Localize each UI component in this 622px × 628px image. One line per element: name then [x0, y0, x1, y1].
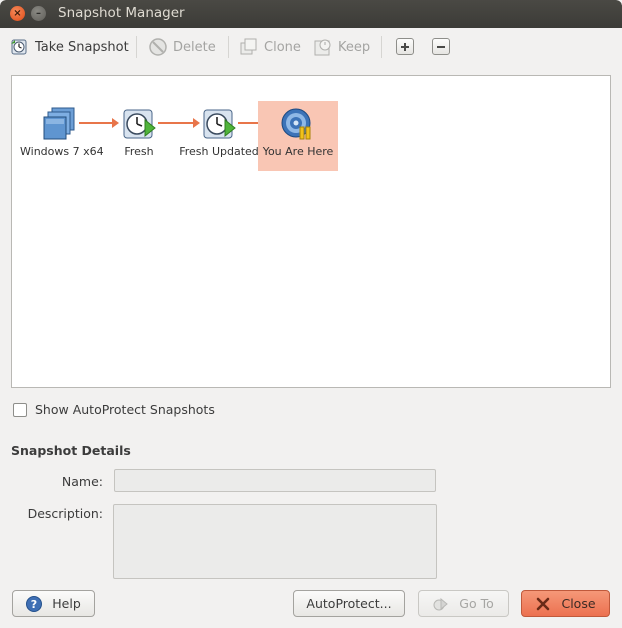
close-icon — [535, 596, 551, 612]
snapshot-node-label: Fresh Updated — [179, 145, 259, 158]
title-bar: × – Snapshot Manager — [0, 0, 622, 28]
help-icon: ? — [26, 595, 43, 612]
description-field[interactable] — [113, 504, 437, 579]
snapshot-node-label: You Are Here — [262, 145, 334, 158]
snapshot-node-label: Fresh — [124, 145, 154, 158]
help-button[interactable]: ? Help — [12, 590, 95, 617]
delete-button[interactable]: Delete — [148, 34, 216, 60]
autoprotect-label: AutoProtect... — [306, 596, 392, 611]
show-autoprotect-checkbox-row[interactable]: Show AutoProtect Snapshots — [13, 402, 215, 417]
keep-icon — [313, 37, 333, 57]
take-snapshot-button[interactable]: Take Snapshot — [10, 34, 129, 60]
take-snapshot-icon — [10, 37, 30, 57]
snapshot-manager-window: × – Snapshot Manager Take Snapshot Delet… — [0, 0, 622, 628]
snapshot-node-fresh[interactable]: Fresh — [99, 106, 179, 158]
snapshot-node-you-are-here[interactable]: You Are Here — [258, 101, 338, 171]
window-close-button[interactable]: × — [10, 6, 25, 21]
snapshot-node-label: Windows 7 x64 — [20, 145, 104, 158]
svg-text:?: ? — [31, 598, 37, 611]
description-label: Description: — [27, 506, 103, 521]
take-snapshot-label: Take Snapshot — [35, 39, 129, 55]
window-minimize-button[interactable]: – — [31, 6, 46, 21]
keep-label: Keep — [338, 39, 371, 55]
zoom-in-button[interactable] — [396, 38, 414, 55]
toolbar-separator — [228, 36, 229, 58]
snapshot-tree-canvas[interactable]: Windows 7 x64 Fresh Fresh Updated You Ar… — [11, 75, 611, 388]
close-button[interactable]: Close — [521, 590, 610, 617]
name-field[interactable] — [114, 469, 436, 492]
toolbar-separator — [381, 36, 382, 58]
clone-button[interactable]: Clone — [239, 34, 301, 60]
autoprotect-button[interactable]: AutoProtect... — [293, 590, 405, 617]
vm-stack-icon — [42, 106, 78, 142]
delete-label: Delete — [173, 39, 216, 55]
show-autoprotect-label: Show AutoProtect Snapshots — [35, 402, 215, 417]
show-autoprotect-checkbox[interactable] — [13, 402, 27, 417]
goto-button[interactable]: Go To — [418, 590, 509, 617]
delete-icon — [148, 37, 168, 57]
help-label: Help — [52, 596, 81, 611]
snapshot-node-fresh-updated[interactable]: Fresh Updated — [179, 106, 259, 158]
keep-button[interactable]: Keep — [313, 34, 370, 60]
toolbar-separator — [136, 36, 137, 58]
snapshot-details-heading: Snapshot Details — [11, 443, 131, 458]
window-title: Snapshot Manager — [58, 5, 185, 21]
snapshot-clock-icon — [121, 106, 157, 142]
snapshot-node-base-vm[interactable]: Windows 7 x64 — [20, 106, 104, 158]
zoom-out-button[interactable] — [432, 38, 450, 55]
clone-icon — [239, 37, 259, 57]
toolbar: Take Snapshot Delete Clone Keep — [0, 30, 622, 64]
snapshot-clock-icon — [201, 106, 237, 142]
clone-label: Clone — [264, 39, 301, 55]
goto-label: Go To — [459, 596, 494, 611]
you-are-here-icon — [280, 106, 316, 142]
name-label: Name: — [61, 474, 103, 489]
goto-icon — [433, 596, 449, 612]
close-label: Close — [561, 596, 596, 611]
